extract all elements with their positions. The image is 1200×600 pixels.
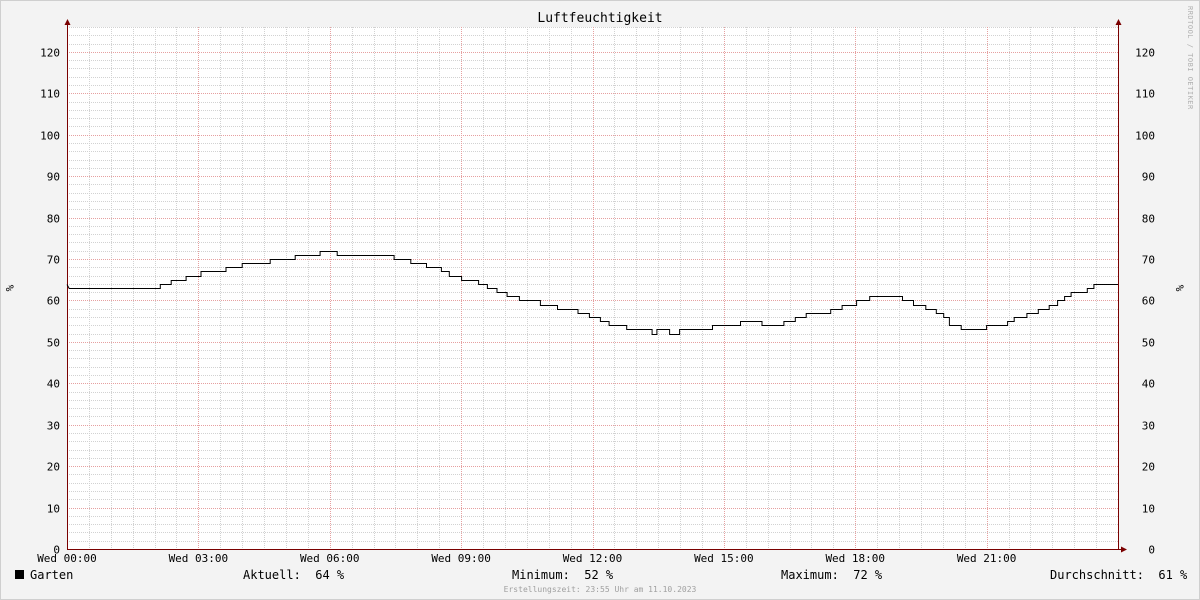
y-tick-label-right: 50: [1142, 337, 1155, 350]
y-tick-label-left: 60: [47, 295, 60, 308]
stat-durchschnitt: Durchschnitt: 61 %: [1050, 568, 1188, 582]
y-tick-label-left: 90: [47, 171, 60, 184]
watermark: RRDTOOL / TOBI OETIKER: [1186, 6, 1194, 110]
y-tick-label-right: 10: [1142, 503, 1155, 516]
y-tick-label-left: 110: [40, 88, 60, 101]
stat-maximum: Maximum: 72 %: [781, 568, 883, 582]
x-axis-arrow: [1121, 546, 1127, 553]
chart-canvas: 0 010 1020 2030 3040 4050 5060 6070 7080 8090 9010…: [3, 19, 1186, 565]
y-tick-label-left: 70: [47, 254, 60, 267]
y-axis-label-right: %: [1173, 285, 1186, 292]
y-tick-label-right: 120: [1135, 47, 1155, 60]
y-tick-label-left: 20: [47, 461, 60, 474]
y-axis-label-left: %: [3, 285, 16, 292]
y-tick-label-left: 80: [47, 213, 60, 226]
y-tick-label-left: 120: [40, 47, 60, 60]
y-tick-label-right: 40: [1142, 378, 1155, 391]
y-tick-label-right: 30: [1142, 420, 1155, 433]
stat-aktuell: Aktuell: 64 %: [243, 568, 345, 582]
y-tick-label-right: 60: [1142, 295, 1155, 308]
x-tick-label: Wed 21:00: [957, 552, 1017, 565]
y-tick-label-right: 100: [1135, 130, 1155, 143]
y-tick-label-left: 100: [40, 130, 60, 143]
y-tick-label-right: 20: [1142, 461, 1155, 474]
y-tick-label-left: 40: [47, 378, 60, 391]
y-tick-label-right: 80: [1142, 213, 1155, 226]
created-timestamp: Erstellungszeit: 23:55 Uhr am 11.10.2023: [503, 585, 697, 594]
plot-area: [67, 27, 1118, 549]
y-tick-label-left: 50: [47, 337, 60, 350]
legend-label: Garten: [30, 568, 74, 582]
chart-title: Luftfeuchtigkeit: [537, 11, 663, 26]
y-tick-label-right: 110: [1135, 88, 1155, 101]
y-tick-label-left: 30: [47, 420, 60, 433]
stat-minimum: Minimum: 52 %: [512, 568, 614, 582]
y-tick-label-right: 90: [1142, 171, 1155, 184]
x-tick-label: Wed 00:00: [37, 552, 97, 565]
x-tick-label: Wed 06:00: [300, 552, 360, 565]
y-tick-label-right: 70: [1142, 254, 1155, 267]
y-tick-label-left: 10: [47, 503, 60, 516]
x-tick-label: Wed 03:00: [169, 552, 229, 565]
x-tick-label: Wed 15:00: [694, 552, 754, 565]
y-tick-label-right: 0: [1148, 544, 1155, 557]
x-tick-label: Wed 12:00: [563, 552, 623, 565]
legend-swatch: [15, 570, 24, 579]
x-tick-label: Wed 18:00: [825, 552, 885, 565]
x-tick-label: Wed 09:00: [431, 552, 491, 565]
